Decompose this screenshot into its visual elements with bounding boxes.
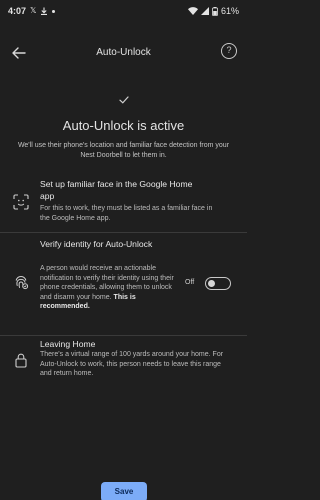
save-button[interactable]: Save bbox=[101, 482, 147, 500]
help-circle-icon[interactable]: ? bbox=[221, 43, 237, 59]
status-headline: Auto-Unlock is active bbox=[62, 118, 185, 133]
toggle-knob bbox=[208, 279, 215, 287]
download-icon bbox=[41, 7, 48, 15]
app-bar: Auto-Unlock ? bbox=[0, 38, 247, 68]
check-container bbox=[0, 96, 247, 104]
divider bbox=[0, 335, 247, 336]
status-bar: 4:07 𝕏 61% bbox=[0, 0, 247, 22]
page-title: Auto-Unlock bbox=[96, 47, 151, 58]
checkmark-icon bbox=[118, 96, 129, 104]
verify-identity-toggle[interactable] bbox=[205, 277, 231, 290]
familiar-face-row[interactable]: Set up familiar face in the Google Home … bbox=[0, 176, 247, 230]
wifi-icon bbox=[187, 7, 198, 15]
status-right: 61% bbox=[187, 6, 239, 16]
leaving-home-title: Leaving Home bbox=[40, 339, 96, 349]
notification-dot-icon bbox=[52, 9, 56, 13]
fingerprint-icon bbox=[15, 275, 29, 290]
leaving-home-description: There's a virtual range of 100 yards aro… bbox=[40, 351, 224, 377]
x-app-icon: 𝕏 bbox=[30, 6, 37, 15]
verify-identity-text: A person would receive an actionable not… bbox=[40, 265, 174, 301]
verify-identity-description: A person would receive an actionable not… bbox=[40, 264, 180, 312]
familiar-face-title: Set up familiar face in the Google Home … bbox=[40, 179, 193, 201]
battery-percentage: 61% bbox=[220, 6, 239, 16]
battery-icon bbox=[212, 6, 218, 16]
lock-icon bbox=[15, 353, 27, 368]
status-description: We'll use their phone's location and fam… bbox=[17, 142, 230, 159]
verify-identity-title: Verify identity for Auto-Unlock bbox=[40, 239, 153, 249]
toggle-state-label: Off bbox=[185, 279, 195, 286]
status-left: 4:07 𝕏 bbox=[8, 6, 56, 16]
face-scan-icon bbox=[13, 194, 29, 210]
familiar-face-description: For this to work, they must be listed as… bbox=[40, 205, 213, 222]
divider bbox=[0, 232, 247, 233]
signal-icon bbox=[200, 7, 209, 15]
leaving-home-row: Leaving Home There's a virtual range of … bbox=[0, 338, 247, 398]
status-time: 4:07 bbox=[8, 6, 27, 16]
